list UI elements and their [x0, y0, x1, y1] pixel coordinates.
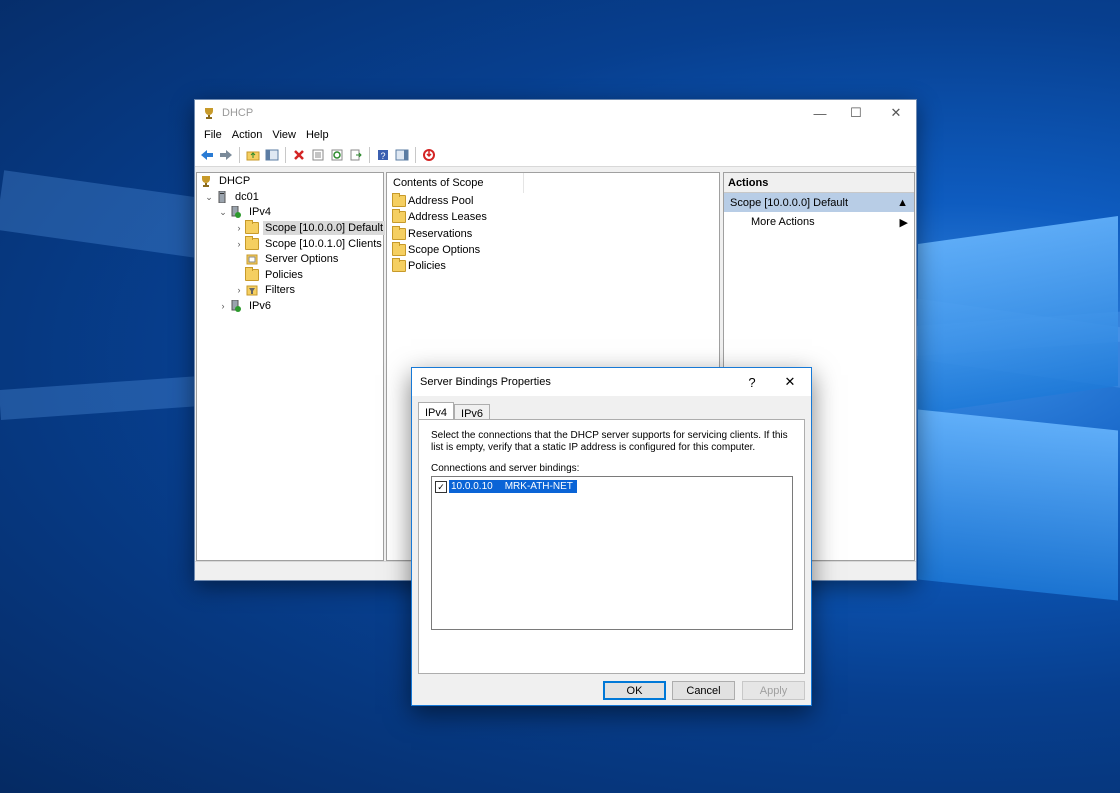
tree-node-policies[interactable]: Policies [245, 267, 305, 283]
window-titlebar[interactable]: DHCP — ☐ ✕ [195, 100, 916, 126]
toolbar: ? [195, 144, 916, 167]
ipv4-icon [229, 205, 243, 219]
export-list-icon[interactable] [348, 147, 364, 163]
maximize-button[interactable]: ☐ [836, 100, 876, 126]
actions-header: Actions [724, 173, 914, 193]
close-button[interactable]: ✕ [876, 100, 916, 126]
menu-view[interactable]: View [267, 129, 301, 141]
address-pool-icon [392, 193, 406, 208]
tree-node-filters[interactable]: › Filters [233, 282, 297, 298]
menu-bar: File Action View Help [195, 126, 916, 144]
binding-row[interactable]: ✓ 10.0.0.10 MRK-ATH-NET [435, 480, 577, 493]
properties-icon[interactable] [310, 147, 326, 163]
dialog-close-button[interactable]: ✕ [773, 368, 807, 396]
tree-node-scope-clients[interactable]: › Scope [10.0.1.0] Clients [233, 236, 384, 252]
toolbar-separator [415, 147, 416, 163]
tree-node-scope-default[interactable]: › Scope [10.0.0.0] Default [233, 220, 386, 236]
scope-options-icon [392, 242, 406, 257]
svg-text:?: ? [380, 151, 385, 161]
dialog-help-button[interactable]: ? [735, 368, 769, 396]
ipv6-icon [229, 299, 243, 313]
content-item-scope-options[interactable]: Scope Options [392, 242, 480, 257]
shutdown-icon[interactable] [421, 147, 437, 163]
policies-folder-icon [392, 258, 406, 273]
menu-help[interactable]: Help [301, 129, 334, 141]
toolbar-separator [285, 147, 286, 163]
more-actions-item[interactable]: More Actions ▶ [724, 212, 914, 232]
dialog-title: Server Bindings Properties [420, 376, 551, 388]
dialog-titlebar[interactable]: Server Bindings Properties ? ✕ [412, 368, 811, 396]
content-item-policies[interactable]: Policies [392, 258, 446, 273]
scope-folder-icon [245, 220, 259, 235]
tree-node-ipv6[interactable]: › IPv6 [217, 298, 273, 314]
cancel-button[interactable]: Cancel [672, 681, 735, 700]
show-hide-tree-icon[interactable] [264, 147, 280, 163]
binding-ip: 10.0.0.10 [451, 481, 493, 492]
server-bindings-dialog: Server Bindings Properties ? ✕ IPv4 IPv6… [411, 367, 812, 706]
scope-folder-icon [245, 236, 259, 251]
bindings-description: Select the connections that the DHCP ser… [431, 430, 788, 453]
content-item-address-pool[interactable]: Address Pool [392, 193, 473, 208]
content-column-header[interactable]: Contents of Scope [387, 173, 524, 193]
reservations-icon [392, 226, 406, 241]
collapse-chevron-icon[interactable]: ⌄ [217, 207, 229, 218]
tree-node-dhcp[interactable]: DHCP [199, 173, 252, 189]
content-item-address-leases[interactable]: Address Leases [392, 209, 487, 224]
show-action-pane-icon[interactable] [394, 147, 410, 163]
expand-chevron-icon[interactable]: › [217, 301, 229, 311]
menu-action[interactable]: Action [227, 129, 268, 141]
console-tree: DHCP ⌄ dc01 ⌄ IPv4 › Scope [10.0.0.0] De… [196, 172, 386, 561]
bindings-listbox[interactable]: ✓ 10.0.0.10 MRK-ATH-NET [431, 476, 793, 630]
tree-node-ipv4[interactable]: ⌄ IPv4 [217, 204, 273, 220]
expand-chevron-icon[interactable]: › [233, 223, 245, 233]
submenu-arrow-icon: ▶ [899, 216, 908, 229]
tree-node-server-options[interactable]: Server Options [245, 251, 340, 267]
policies-folder-icon [245, 267, 259, 282]
content-item-reservations[interactable]: Reservations [392, 226, 472, 241]
ok-button[interactable]: OK [603, 681, 666, 700]
collapse-triangle-icon[interactable]: ▲ [897, 197, 908, 209]
filters-icon [245, 283, 259, 297]
binding-name: MRK-ATH-NET [504, 481, 573, 492]
server-options-icon [245, 252, 259, 266]
toolbar-separator [239, 147, 240, 163]
binding-checkbox[interactable]: ✓ [435, 480, 447, 493]
expand-chevron-icon[interactable]: › [233, 239, 245, 249]
menu-file[interactable]: File [199, 129, 227, 141]
ipv4-tab-panel: Select the connections that the DHCP ser… [418, 419, 805, 674]
window-title: DHCP [222, 107, 254, 119]
help-icon[interactable]: ? [375, 147, 391, 163]
minimize-button[interactable]: — [800, 100, 840, 126]
apply-button[interactable]: Apply [742, 681, 805, 700]
dhcp-root-icon [199, 174, 213, 188]
back-arrow-icon[interactable] [199, 147, 215, 163]
forward-arrow-icon[interactable] [218, 147, 234, 163]
collapse-chevron-icon[interactable]: ⌄ [203, 192, 215, 203]
expand-chevron-icon[interactable]: › [233, 285, 245, 295]
delete-icon[interactable] [291, 147, 307, 163]
dhcp-app-icon [202, 106, 216, 120]
address-leases-icon [392, 209, 406, 224]
actions-group-scope[interactable]: Scope [10.0.0.0] Default ▲ [724, 193, 914, 212]
toolbar-separator [369, 147, 370, 163]
connections-label: Connections and server bindings: [431, 463, 580, 474]
tree-node-dc01[interactable]: ⌄ dc01 [203, 189, 261, 205]
server-icon [215, 190, 229, 204]
up-folder-icon[interactable] [245, 147, 261, 163]
binding-selected-text: 10.0.0.10 MRK-ATH-NET [449, 480, 577, 493]
refresh-icon[interactable] [329, 147, 345, 163]
